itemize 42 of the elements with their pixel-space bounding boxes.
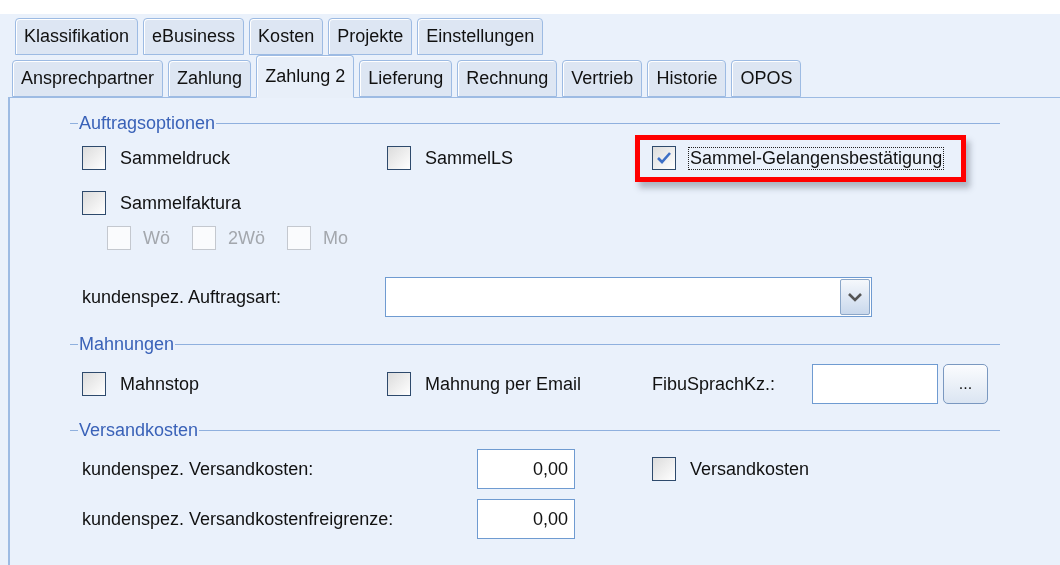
checkbox-label[interactable]: Mahnung per Email <box>423 372 584 396</box>
tab[interactable]: Lieferung <box>359 60 453 97</box>
input-field[interactable] <box>812 364 938 404</box>
checkbox[interactable] <box>82 191 106 215</box>
chevron-down-icon <box>848 292 862 302</box>
checkbox[interactable] <box>652 457 676 481</box>
input-field[interactable]: 0,00 <box>477 499 575 539</box>
tab[interactable]: Einstellungen <box>417 18 544 55</box>
tab[interactable]: Zahlung 2 <box>256 55 355 98</box>
dropdown-field[interactable] <box>385 277 872 317</box>
browse-button[interactable]: ... <box>943 364 988 404</box>
checkbox-label[interactable]: Sammelfaktura <box>118 191 244 215</box>
dropdown-button[interactable] <box>840 279 870 315</box>
tab[interactable]: eBusiness <box>143 18 245 55</box>
field-label: FibuSprachKz.: <box>652 373 777 395</box>
checkbox-label[interactable]: Sammel-Gelangensbestätigung <box>688 146 945 170</box>
checkbox-label[interactable]: SammelLS <box>423 146 516 170</box>
group-title: Mahnungen <box>78 333 176 355</box>
checkbox-label[interactable]: Sammeldruck <box>118 146 233 170</box>
checkbox[interactable] <box>82 146 106 170</box>
group-title: Versandkosten <box>78 419 200 441</box>
tab[interactable]: Historie <box>647 60 727 97</box>
tab[interactable]: Projekte <box>328 18 413 55</box>
input-field[interactable]: 0,00 <box>477 449 575 489</box>
tab[interactable]: Rechnung <box>457 60 558 97</box>
checkbox[interactable] <box>387 372 411 396</box>
tab[interactable]: Vertrieb <box>562 60 643 97</box>
tab[interactable]: OPOS <box>731 60 802 97</box>
field-label: kundenspez. Versandkosten: <box>82 458 315 480</box>
tab[interactable]: Klassifikation <box>15 18 139 55</box>
tab[interactable]: Zahlung <box>168 60 252 97</box>
checkbox[interactable] <box>652 146 676 170</box>
field-label: kundenspez. Versandkostenfreigrenze: <box>82 508 395 530</box>
field-label: kundenspez. Auftragsart: <box>82 286 283 308</box>
checkbox[interactable] <box>82 372 106 396</box>
checkbox[interactable] <box>387 146 411 170</box>
checkbox-label[interactable]: Versandkosten <box>688 457 812 481</box>
checkmark-icon <box>657 152 671 164</box>
tab[interactable]: Ansprechpartner <box>12 60 164 97</box>
group-title: Auftragsoptionen <box>78 112 217 134</box>
tab[interactable]: Kosten <box>249 18 324 55</box>
checkbox-label[interactable]: Mahnstop <box>118 372 202 396</box>
